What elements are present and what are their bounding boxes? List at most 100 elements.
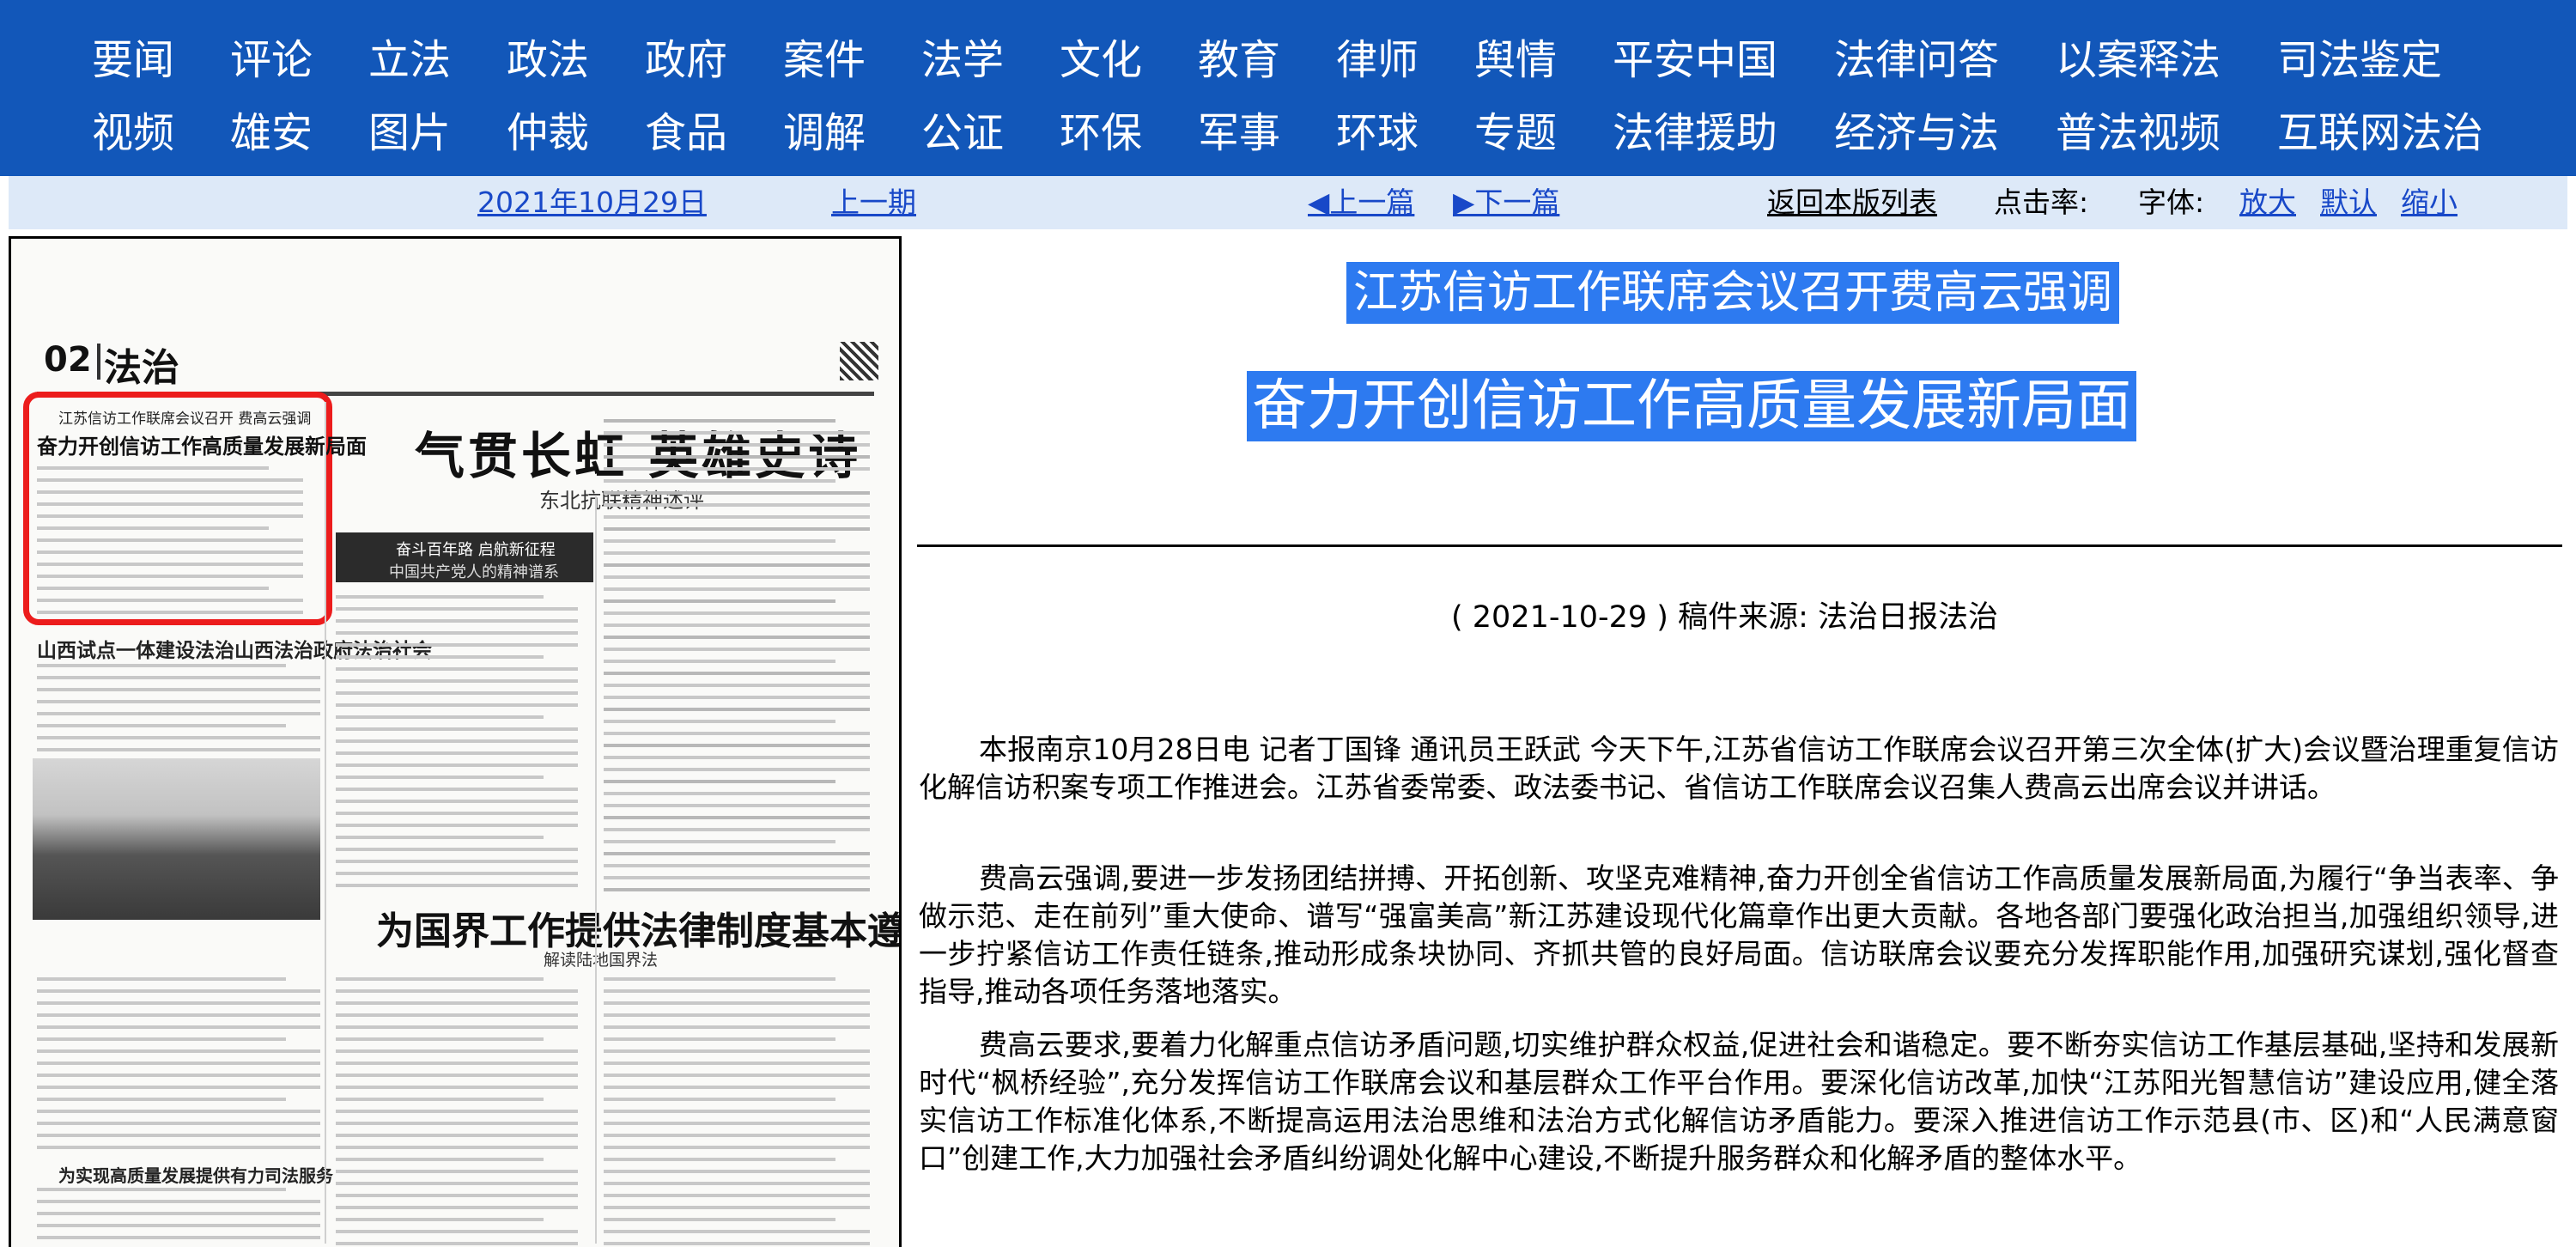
newspaper-text-line — [336, 824, 578, 827]
nav-item-wenhua[interactable]: 文化 — [1060, 26, 1142, 94]
font-smaller-link[interactable]: 缩小 — [2401, 176, 2458, 229]
issue-date-link[interactable]: 2021年10月29日 — [477, 176, 707, 229]
nav-item-lifa[interactable]: 立法 — [368, 26, 451, 94]
newspaper-text-line — [336, 989, 578, 993]
newspaper-text-line — [336, 727, 578, 731]
article-paragraph: 本报南京10月28日电 记者丁国锋 通讯员王跃武 今天下午,江苏省信访工作联席会… — [919, 733, 2559, 804]
nav-item-pingan[interactable]: 平安中国 — [1613, 26, 1777, 94]
newspaper-text-line — [37, 1013, 320, 1017]
nav-item-pinglun[interactable]: 评论 — [230, 26, 313, 94]
nav-item-yaowen[interactable]: 要闻 — [92, 26, 174, 94]
newspaper-text-line — [37, 587, 269, 590]
newspaper-text-line — [604, 708, 870, 711]
newspaper-text-line — [604, 804, 870, 807]
nav-item-shipin[interactable]: 视频 — [92, 99, 174, 167]
prev-article-link[interactable]: ◀上一篇 — [1308, 176, 1414, 229]
newspaper-text-line — [37, 1200, 320, 1203]
newspaper-text-line — [37, 1098, 286, 1101]
nav-item-zhengfa[interactable]: 政法 — [507, 26, 589, 94]
newspaper-text-line — [604, 563, 870, 567]
next-article-link[interactable]: ▶下一篇 — [1453, 176, 1559, 229]
page-number: 02 — [44, 340, 92, 380]
newspaper-text-line — [336, 1001, 578, 1005]
article3-subtitle: 解读陆地国界法 — [544, 951, 659, 970]
font-size-label: 字体: — [2138, 186, 2205, 219]
nav-item-pufashipin[interactable]: 普法视频 — [2056, 99, 2221, 167]
newspaper-text-line — [336, 1218, 544, 1221]
nav-item-zhongcai[interactable]: 仲裁 — [507, 99, 589, 167]
newspaper-text-line — [336, 1182, 578, 1185]
newspaper-text-line — [604, 660, 835, 663]
newspaper-text-line — [37, 664, 286, 667]
nav-item-tupian[interactable]: 图片 — [368, 99, 451, 167]
newspaper-text-line — [37, 611, 303, 614]
newspaper-text-line — [336, 836, 544, 839]
newspaper-text-line — [37, 989, 320, 993]
newspaper-text-line — [604, 1158, 835, 1161]
newspaper-text-line — [604, 720, 835, 723]
back-to-list-link[interactable]: 返回本版列表 — [1767, 176, 1937, 229]
newspaper-text-line — [37, 514, 303, 518]
nav-item-falvyuanzhu[interactable]: 法律援助 — [1613, 99, 1777, 167]
newspaper-text-line — [604, 431, 870, 435]
newspaper-text-line — [604, 551, 870, 555]
newspaper-text-line — [604, 515, 870, 519]
newspaper-text-line — [604, 888, 870, 891]
newspaper-text-line — [604, 977, 835, 981]
nav-item-tiaojie[interactable]: 调解 — [783, 99, 866, 167]
newspaper-text-line — [37, 1224, 320, 1227]
newspaper-text-line — [604, 1242, 870, 1245]
nav-item-yianshifa[interactable]: 以案释法 — [2056, 26, 2221, 94]
newspaper-text-line — [336, 655, 544, 659]
nav-item-yuqing[interactable]: 舆情 — [1474, 26, 1557, 94]
nav-item-lvshi[interactable]: 律师 — [1336, 26, 1419, 94]
newspaper-text-line — [604, 467, 870, 471]
main-nav: 要闻 评论 立法 政法 政府 案件 法学 文化 教育 律师 舆情 平安中国 法律… — [0, 0, 2576, 176]
newspaper-text-line — [604, 1086, 870, 1089]
newspaper-text-line — [604, 828, 870, 831]
newspaper-page-thumbnail[interactable]: 02 法治 气贯长虹 英雄史诗 东北抗联精神述评 江苏信访工作联席会议召开 费高… — [9, 236, 902, 1247]
nav-item-huanbao[interactable]: 环保 — [1060, 99, 1142, 167]
newspaper-text-line — [336, 1025, 578, 1029]
newspaper-text-line — [37, 526, 269, 530]
newspaper-text-line — [336, 872, 578, 875]
newspaper-text-line — [37, 1188, 286, 1191]
newspaper-text-line — [37, 1134, 320, 1137]
newspaper-text-line — [604, 539, 835, 543]
nav-item-zhengfu[interactable]: 政府 — [645, 26, 727, 94]
nav-item-falvwenda[interactable]: 法律问答 — [1834, 26, 1999, 94]
newspaper-text-line — [604, 852, 870, 855]
newspaper-text-line — [604, 491, 870, 495]
nav-item-zhuanti[interactable]: 专题 — [1474, 99, 1557, 167]
newspaper-text-line — [336, 1037, 544, 1041]
newspaper-text-line — [336, 1074, 578, 1077]
nav-item-faxue[interactable]: 法学 — [921, 26, 1004, 94]
font-larger-link[interactable]: 放大 — [2239, 176, 2296, 229]
nav-item-junshi[interactable]: 军事 — [1198, 99, 1280, 167]
nav-item-jingjiyufa[interactable]: 经济与法 — [1834, 99, 1999, 167]
newspaper-text-line — [604, 792, 870, 795]
newspaper-text-line — [37, 490, 303, 494]
nav-item-hulianwang[interactable]: 互联网法治 — [2277, 99, 2483, 167]
newspaper-text-line — [604, 989, 870, 993]
newspaper-text-line — [336, 595, 544, 599]
nav-item-shipin-food[interactable]: 食品 — [645, 99, 727, 167]
newspaper-text-line — [37, 575, 303, 578]
newspaper-text-line — [604, 1122, 870, 1125]
nav-item-anjian[interactable]: 案件 — [783, 26, 866, 94]
nav-item-jiaoyu[interactable]: 教育 — [1198, 26, 1280, 94]
nav-item-gongzheng[interactable]: 公证 — [921, 99, 1004, 167]
article-kicker-title: 江苏信访工作联席会议召开费高云强调 — [1346, 262, 2120, 324]
prev-issue-link[interactable]: 上一期 — [831, 176, 916, 229]
newspaper-text-line — [604, 527, 870, 531]
nav-item-huanqiu[interactable]: 环球 — [1336, 99, 1419, 167]
nav-item-sifajianding[interactable]: 司法鉴定 — [2277, 26, 2442, 94]
newspaper-text-line — [604, 816, 870, 819]
font-default-link[interactable]: 默认 — [2320, 176, 2377, 229]
newspaper-text-line — [336, 1170, 578, 1173]
qr-code-icon — [840, 342, 878, 380]
lead-headline: 气贯长虹 英雄史诗 — [415, 427, 862, 485]
nav-item-xiongan[interactable]: 雄安 — [230, 99, 313, 167]
newspaper-text-line — [604, 756, 870, 759]
newspaper-text-line — [336, 1122, 578, 1125]
